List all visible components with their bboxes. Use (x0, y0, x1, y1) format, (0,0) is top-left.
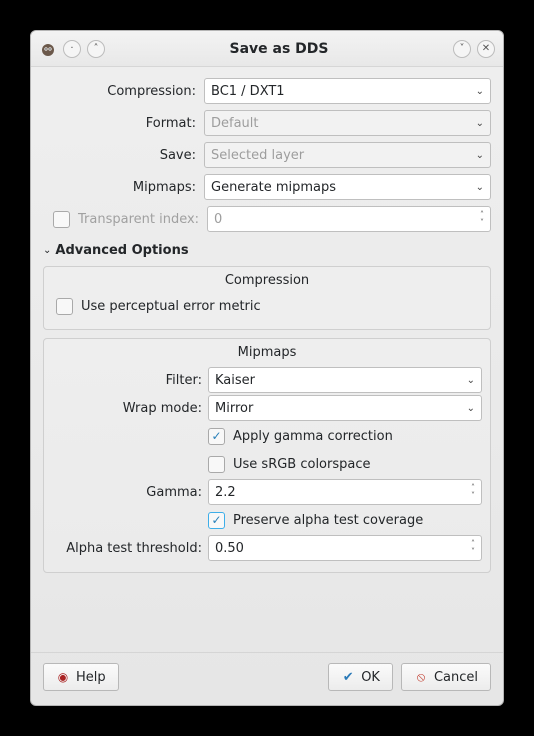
wrap-label: Wrap mode: (52, 401, 202, 416)
compression-panel: Compression Use perceptual error metric (43, 266, 491, 330)
restore-button[interactable]: ˄ (87, 40, 105, 58)
mipmaps-panel-title: Mipmaps (52, 345, 482, 360)
transparent-index-label: Transparent index: (78, 212, 201, 227)
wrap-combo[interactable]: Mirror ⌄ (208, 395, 482, 421)
close-button[interactable]: ✕ (477, 40, 495, 58)
srgb-checkbox[interactable] (208, 456, 225, 473)
gamma-spin[interactable]: ˄˅ (208, 479, 482, 505)
gamma-label: Gamma: (52, 485, 202, 500)
maximize-button[interactable]: ˅ (453, 40, 471, 58)
gamma-correction-label: Apply gamma correction (233, 429, 393, 444)
chevron-down-icon: ⌄ (476, 150, 484, 161)
chevron-down-icon: ⌄ (476, 182, 484, 193)
mipmaps-combo[interactable]: Generate mipmaps ⌄ (204, 174, 491, 200)
mipmaps-panel: Mipmaps Filter: Kaiser ⌄ Wrap mode: Mirr… (43, 338, 491, 573)
dialog-content: Compression: BC1 / DXT1 ⌄ Format: Defaul… (31, 67, 503, 652)
chevron-down-icon: ⌄ (467, 403, 475, 414)
app-icon (39, 40, 57, 58)
spin-buttons-icon: ˄˅ (480, 207, 484, 231)
transparent-index-spin: ˄˅ (207, 206, 491, 232)
dialog-window: · ˄ Save as DDS ˅ ✕ Compression: BC1 / D… (30, 30, 504, 706)
dialog-footer: ◉ Help ✔ OK ⦸ Cancel (31, 652, 503, 705)
save-label: Save: (43, 148, 198, 163)
help-button[interactable]: ◉ Help (43, 663, 119, 691)
compression-panel-title: Compression (52, 273, 482, 288)
ok-icon: ✔ (341, 670, 355, 684)
disclosure-open-icon: ⌄ (43, 245, 51, 256)
perceptual-error-label: Use perceptual error metric (81, 299, 261, 314)
preserve-alpha-label: Preserve alpha test coverage (233, 513, 423, 528)
filter-combo[interactable]: Kaiser ⌄ (208, 367, 482, 393)
perceptual-error-checkbox[interactable] (56, 298, 73, 315)
chevron-down-icon: ⌄ (476, 86, 484, 97)
compression-label: Compression: (43, 84, 198, 99)
compression-combo[interactable]: BC1 / DXT1 ⌄ (204, 78, 491, 104)
alpha-threshold-label: Alpha test threshold: (52, 541, 202, 556)
filter-label: Filter: (52, 373, 202, 388)
format-combo: Default ⌄ (204, 110, 491, 136)
spin-buttons-icon: ˄˅ (471, 536, 475, 560)
mipmaps-label: Mipmaps: (43, 180, 198, 195)
preserve-alpha-checkbox[interactable]: ✓ (208, 512, 225, 529)
transparent-index-checkbox (53, 211, 70, 228)
gamma-correction-checkbox[interactable]: ✓ (208, 428, 225, 445)
spin-buttons-icon: ˄˅ (471, 480, 475, 504)
chevron-down-icon: ⌄ (467, 375, 475, 386)
srgb-label: Use sRGB colorspace (233, 457, 371, 472)
advanced-options-toggle[interactable]: ⌄ Advanced Options (43, 243, 491, 258)
format-label: Format: (43, 116, 198, 131)
save-combo: Selected layer ⌄ (204, 142, 491, 168)
ok-button[interactable]: ✔ OK (328, 663, 393, 691)
titlebar: · ˄ Save as DDS ˅ ✕ (31, 31, 503, 67)
cancel-button[interactable]: ⦸ Cancel (401, 663, 491, 691)
chevron-down-icon: ⌄ (476, 118, 484, 129)
help-icon: ◉ (56, 670, 70, 684)
cancel-icon: ⦸ (414, 670, 428, 684)
alpha-threshold-spin[interactable]: ˄˅ (208, 535, 482, 561)
minimize-button[interactable]: · (63, 40, 81, 58)
window-title: Save as DDS (105, 41, 453, 57)
